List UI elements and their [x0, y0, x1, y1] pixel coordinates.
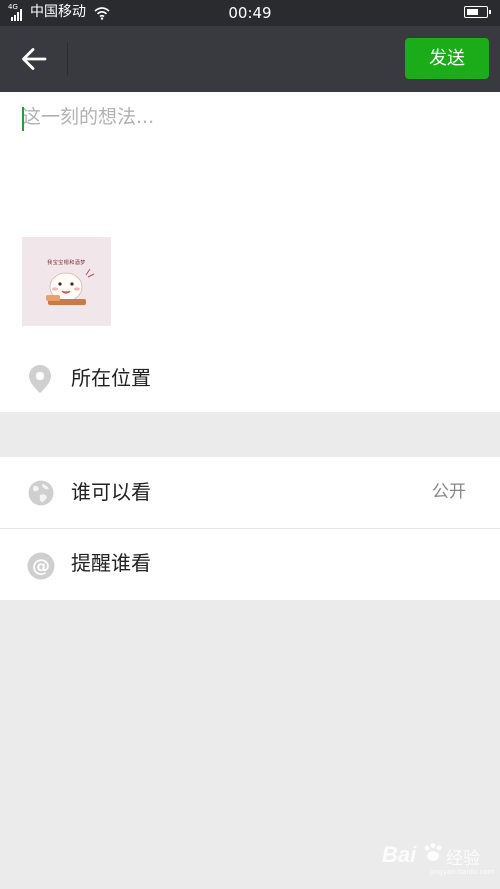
watermark-suffix: 经验 [446, 849, 480, 869]
location-label: 所在位置 [71, 366, 151, 390]
attached-photo-thumbnail[interactable]: 我宝宝帽和酒梦 [22, 237, 111, 326]
paw-logo-icon [424, 843, 442, 861]
globe-icon [28, 480, 54, 506]
post-settings-group: 谁可以看 公开 @ 提醒谁看 [0, 457, 500, 600]
post-text-input[interactable] [22, 100, 482, 220]
text-cursor [22, 107, 24, 131]
visibility-value: 公开 [432, 482, 466, 502]
watermark-brand: Bai [382, 842, 417, 867]
at-sign-icon: @ [27, 552, 55, 580]
clock: 00:49 [228, 4, 272, 22]
location-pin-icon [29, 365, 51, 393]
compose-section: 我宝宝帽和酒梦 所在位置 [0, 92, 500, 412]
status-bar: 4G 中国移动 00:49 [0, 0, 500, 26]
remind-who-row[interactable]: @ 提醒谁看 [0, 529, 500, 600]
who-can-see-label: 谁可以看 [71, 480, 151, 504]
back-button[interactable] [14, 39, 54, 79]
send-button[interactable]: 发送 [405, 38, 489, 79]
location-row[interactable]: 所在位置 [0, 344, 500, 412]
nav-divider [67, 42, 68, 76]
arrow-left-icon [22, 48, 47, 70]
remind-who-label: 提醒谁看 [71, 551, 151, 575]
who-can-see-row[interactable]: 谁可以看 公开 [0, 457, 500, 528]
top-navigation-bar: 发送 [0, 26, 500, 92]
watermark-url: jingyan.baidu.com [430, 868, 495, 876]
baidu-jingyan-watermark: Bai 经验 jingyan.baidu.com [382, 836, 495, 876]
battery-icon [464, 6, 491, 18]
cartoon-sticker-image [46, 268, 95, 305]
svg-text:@: @ [32, 556, 50, 577]
